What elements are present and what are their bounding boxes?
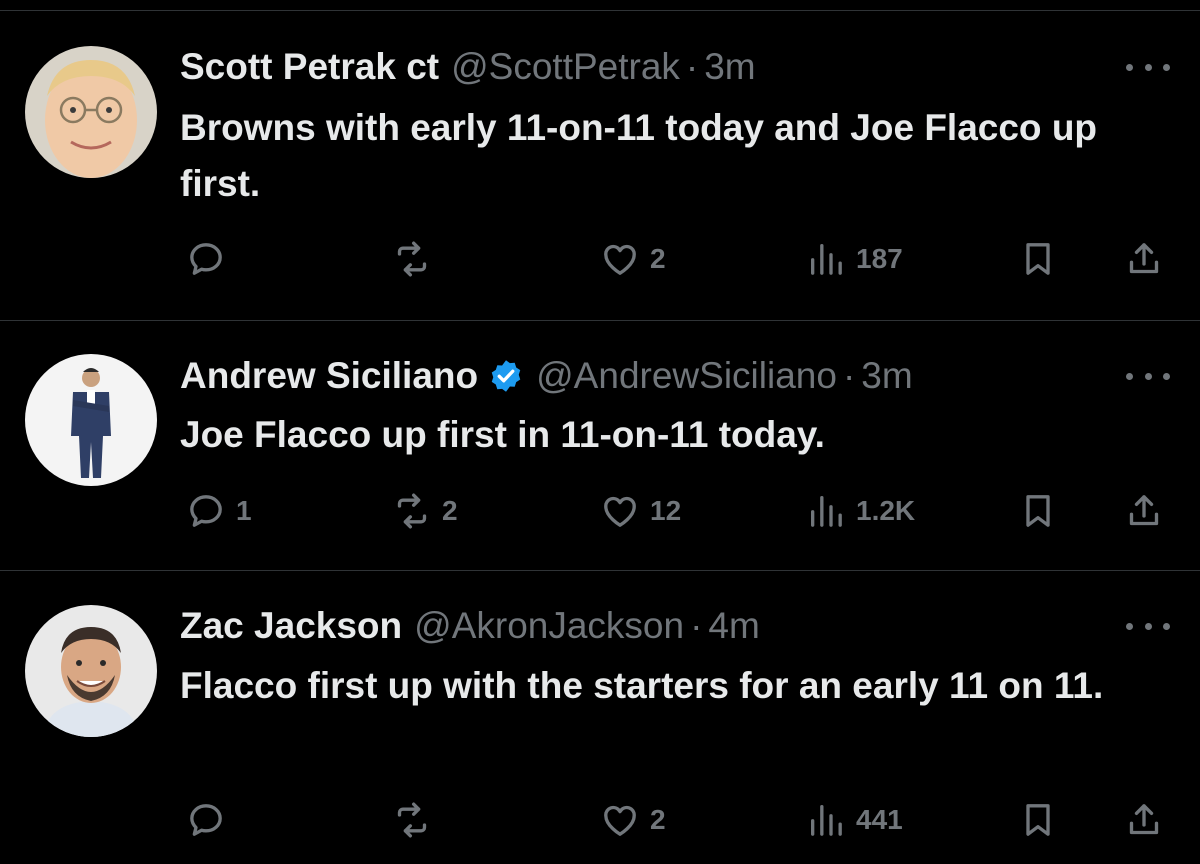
tweet-zac-jackson[interactable]: Zac Jackson @AkronJackson · 4m Flacco fi…	[0, 571, 1200, 864]
display-name[interactable]: Andrew Siciliano	[180, 355, 478, 397]
views-button[interactable]: 441	[806, 795, 903, 845]
views-button[interactable]: 1.2K	[806, 486, 915, 536]
views-count: 441	[856, 804, 903, 835]
like-count: 2	[650, 243, 666, 274]
views-icon	[806, 491, 846, 531]
bookmark-icon	[1018, 800, 1058, 840]
avatar[interactable]	[25, 46, 157, 178]
tweet-scott-petrak[interactable]: Scott Petrak ct @ScottPetrak · 3m Browns…	[0, 0, 1200, 320]
repost-icon	[392, 491, 432, 531]
like-count: 2	[650, 804, 666, 835]
views-icon	[806, 800, 846, 840]
like-count: 12	[650, 495, 682, 526]
bookmark-icon	[1018, 491, 1058, 531]
avatar[interactable]	[25, 605, 157, 737]
separator: ·	[842, 355, 856, 396]
bookmark-icon	[1018, 239, 1058, 279]
bookmark-button[interactable]	[1018, 234, 1058, 284]
views-icon	[806, 239, 846, 279]
bookmark-button[interactable]	[1018, 795, 1058, 845]
share-button[interactable]	[1124, 795, 1164, 845]
repost-button[interactable]	[392, 234, 442, 284]
repost-icon	[392, 239, 432, 279]
views-button[interactable]: 187	[806, 234, 903, 284]
like-button[interactable]: 2	[600, 795, 666, 845]
reply-button[interactable]	[186, 795, 236, 845]
tweet-header: Zac Jackson @AkronJackson · 4m	[180, 602, 1120, 650]
more-icon[interactable]	[1126, 361, 1170, 391]
reply-icon	[186, 491, 226, 531]
reply-count: 1	[236, 495, 252, 526]
timestamp[interactable]: 4m	[708, 605, 759, 647]
repost-count: 2	[442, 495, 458, 526]
reply-button[interactable]	[186, 234, 236, 284]
tweet-text: Flacco first up with the starters for an…	[180, 665, 1104, 706]
like-icon	[600, 491, 640, 531]
avatar[interactable]	[25, 354, 157, 486]
repost-icon	[392, 800, 432, 840]
reply-icon	[186, 800, 226, 840]
timestamp[interactable]: 3m	[704, 46, 755, 88]
handle[interactable]: @AndrewSiciliano	[536, 355, 837, 397]
like-icon	[600, 800, 640, 840]
tweet-text: Joe Flacco up first in 11-on-11 today.	[180, 414, 825, 455]
views-count: 1.2K	[856, 495, 916, 526]
tweet-header: Andrew Siciliano @AndrewSiciliano · 3m	[180, 352, 1120, 400]
like-button[interactable]: 12	[600, 486, 681, 536]
action-bar: 2 187	[0, 234, 1200, 284]
tweet-text: Browns with early 11-on-11 today and Joe…	[180, 107, 1098, 204]
views-count: 187	[856, 243, 903, 274]
timestamp[interactable]: 3m	[861, 355, 912, 397]
reply-button[interactable]: 1	[186, 486, 252, 536]
share-icon	[1124, 800, 1164, 840]
share-icon	[1124, 239, 1164, 279]
action-bar: 1 2 12 1.2K	[0, 486, 1200, 536]
more-icon[interactable]	[1126, 611, 1170, 641]
handle[interactable]: @AkronJackson	[414, 605, 684, 647]
repost-button[interactable]: 2	[392, 486, 458, 536]
verified-badge-icon	[488, 358, 524, 394]
share-button[interactable]	[1124, 234, 1164, 284]
like-icon	[600, 239, 640, 279]
share-icon	[1124, 491, 1164, 531]
tweet-header: Scott Petrak ct @ScottPetrak · 3m	[180, 43, 1120, 91]
separator: ·	[690, 605, 703, 646]
more-icon[interactable]	[1126, 52, 1170, 82]
action-bar: 2 441	[0, 795, 1200, 845]
repost-button[interactable]	[392, 795, 442, 845]
bookmark-button[interactable]	[1018, 486, 1058, 536]
like-button[interactable]: 2	[600, 234, 666, 284]
display-name[interactable]: Scott Petrak ct	[180, 46, 439, 88]
reply-icon	[186, 239, 226, 279]
separator: ·	[685, 46, 699, 87]
display-name[interactable]: Zac Jackson	[180, 605, 402, 647]
handle[interactable]: @ScottPetrak	[451, 46, 680, 88]
tweet-andrew-siciliano[interactable]: Andrew Siciliano @AndrewSiciliano · 3m J…	[0, 321, 1200, 570]
share-button[interactable]	[1124, 486, 1164, 536]
